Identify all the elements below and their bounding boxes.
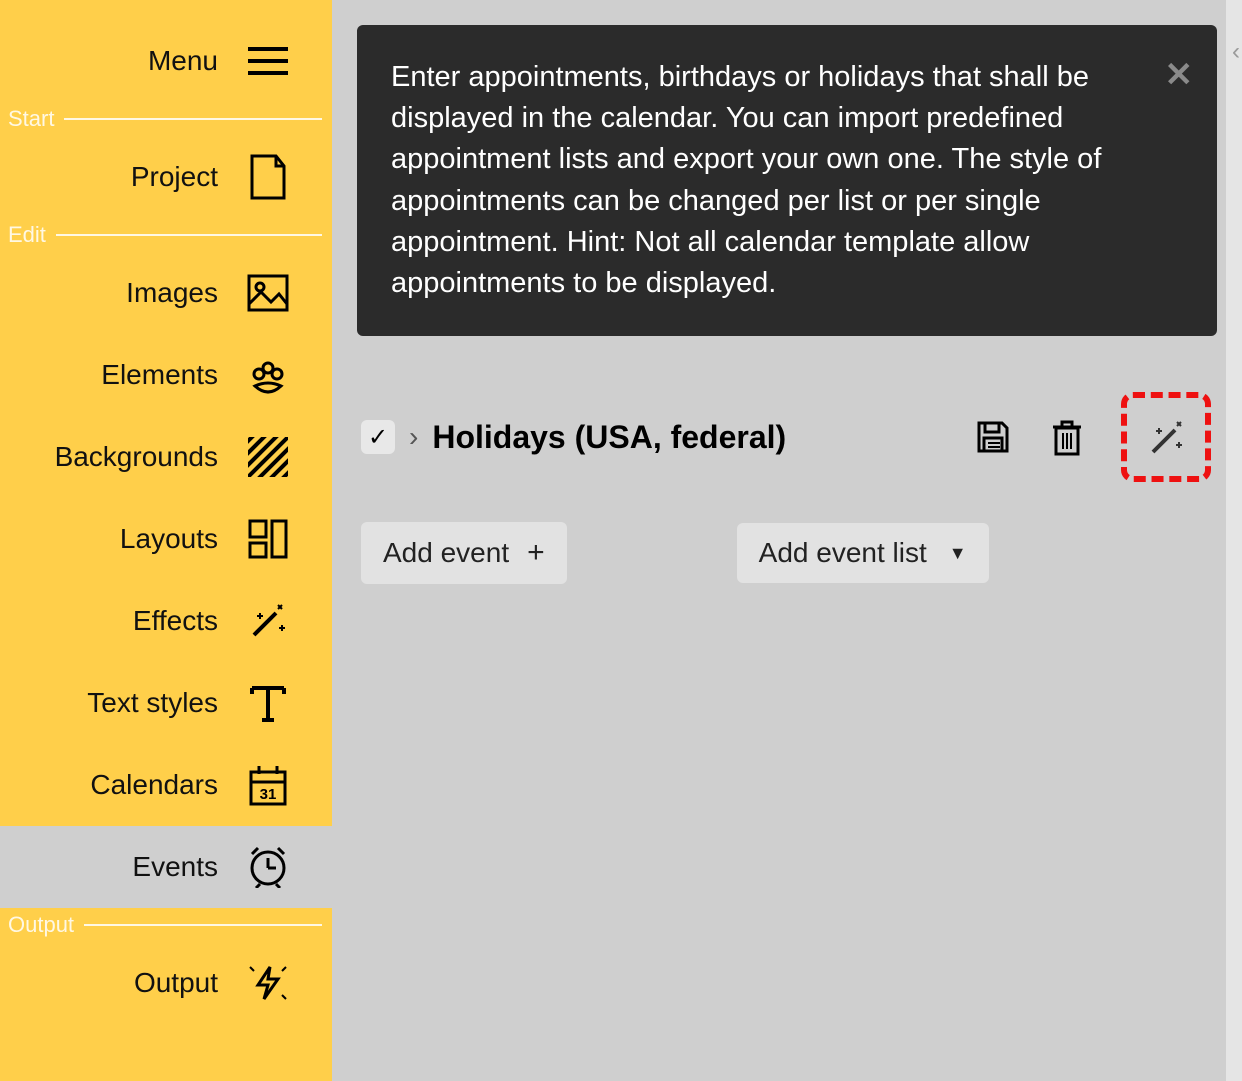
highlighted-wand-button[interactable] bbox=[1121, 392, 1211, 482]
sidebar-item-project[interactable]: Project bbox=[0, 136, 332, 218]
add-event-label: Add event bbox=[383, 537, 509, 569]
hatch-icon bbox=[246, 437, 290, 477]
section-output: Output bbox=[0, 908, 332, 942]
sidebar-item-effects[interactable]: Effects bbox=[0, 580, 332, 662]
menu-label: Menu bbox=[148, 45, 218, 77]
sidebar-item-label: Images bbox=[126, 277, 218, 309]
plus-icon: + bbox=[527, 536, 545, 570]
sidebar-item-images[interactable]: Images bbox=[0, 252, 332, 334]
sidebar-item-label: Text styles bbox=[87, 687, 218, 719]
sidebar-item-label: Output bbox=[134, 967, 218, 999]
sidebar-item-label: Effects bbox=[133, 605, 218, 637]
calendar-icon: 31 bbox=[246, 764, 290, 806]
button-row: Add event + Add event list ▼ bbox=[357, 522, 1217, 584]
section-edit-label: Edit bbox=[8, 222, 46, 248]
sidebar-item-events[interactable]: Events bbox=[0, 826, 332, 908]
expand-right-icon[interactable]: ‹ bbox=[1232, 38, 1240, 66]
hint-panel: ✕ Enter appointments, birthdays or holid… bbox=[357, 25, 1217, 336]
section-edit: Edit bbox=[0, 218, 332, 252]
sidebar-item-calendars[interactable]: Calendars 31 bbox=[0, 744, 332, 826]
save-icon[interactable] bbox=[973, 417, 1013, 457]
bolt-icon bbox=[246, 963, 290, 1003]
event-list-title: Holidays (USA, federal) bbox=[432, 419, 786, 456]
add-event-button[interactable]: Add event + bbox=[361, 522, 567, 584]
close-icon[interactable]: ✕ bbox=[1165, 51, 1194, 99]
event-list-header: ✓ › Holidays (USA, federal) bbox=[357, 392, 1217, 482]
sidebar-item-layouts[interactable]: Layouts bbox=[0, 498, 332, 580]
sidebar-item-label: Project bbox=[131, 161, 218, 193]
document-icon bbox=[246, 154, 290, 200]
add-event-list-label: Add event list bbox=[759, 537, 927, 569]
sidebar-item-label: Events bbox=[132, 851, 218, 883]
list-actions bbox=[973, 392, 1211, 482]
sidebar-item-text-styles[interactable]: Text styles bbox=[0, 662, 332, 744]
flower-icon bbox=[246, 354, 290, 396]
image-icon bbox=[246, 274, 290, 312]
list-checkbox[interactable]: ✓ bbox=[361, 420, 395, 454]
section-start: Start bbox=[0, 102, 332, 136]
clock-icon bbox=[246, 846, 290, 888]
sidebar-item-output[interactable]: Output bbox=[0, 942, 332, 1024]
chevron-right-icon[interactable]: › bbox=[409, 421, 418, 453]
sidebar-item-label: Layouts bbox=[120, 523, 218, 555]
sidebar-item-backgrounds[interactable]: Backgrounds bbox=[0, 416, 332, 498]
menu-toggle[interactable]: Menu bbox=[0, 20, 332, 102]
sidebar: Menu Start Project Edit Images Elements … bbox=[0, 0, 332, 1081]
sidebar-item-label: Calendars bbox=[90, 769, 218, 801]
sidebar-item-label: Backgrounds bbox=[55, 441, 218, 473]
main-panel: ‹ ✕ Enter appointments, birthdays or hol… bbox=[332, 0, 1242, 1081]
sidebar-item-elements[interactable]: Elements bbox=[0, 334, 332, 416]
trash-icon[interactable] bbox=[1047, 417, 1087, 457]
layout-icon bbox=[246, 519, 290, 559]
hamburger-icon bbox=[246, 47, 290, 75]
svg-text:31: 31 bbox=[260, 786, 277, 803]
add-event-list-button[interactable]: Add event list ▼ bbox=[737, 523, 989, 583]
sidebar-item-label: Elements bbox=[101, 359, 218, 391]
section-start-label: Start bbox=[8, 106, 54, 132]
text-icon bbox=[246, 682, 290, 724]
section-output-label: Output bbox=[8, 912, 74, 938]
caret-down-icon: ▼ bbox=[949, 543, 967, 564]
hint-text: Enter appointments, birthdays or holiday… bbox=[391, 57, 1157, 304]
right-rail bbox=[1226, 0, 1242, 1081]
wand-icon bbox=[246, 599, 290, 643]
